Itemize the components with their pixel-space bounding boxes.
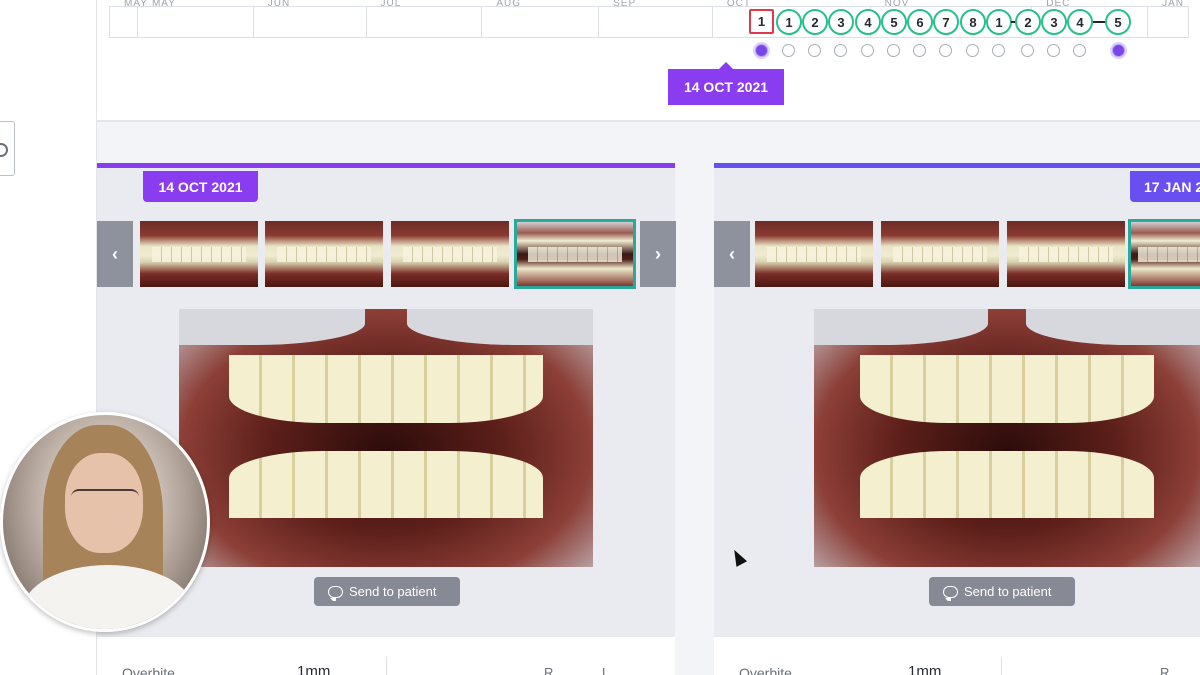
photo-dot[interactable]: [834, 44, 847, 57]
photo-thumbnail-selected[interactable]: [514, 219, 636, 289]
webcam-overlay: [0, 412, 210, 632]
photo-dot[interactable]: [992, 44, 1005, 57]
thumbnail-strip: ‹: [714, 217, 1200, 289]
timeline-step[interactable]: 5: [881, 9, 907, 35]
photo-dot[interactable]: [887, 44, 900, 57]
timeline-step[interactable]: 4: [855, 9, 881, 35]
thumbs-prev-button[interactable]: ‹: [714, 221, 750, 287]
divider: [386, 657, 387, 675]
chat-bubble-icon: [328, 585, 343, 601]
step-connector: [1093, 21, 1105, 23]
photo-thumbnail[interactable]: [881, 221, 999, 287]
metrics-row: Overbite 1mm R L: [97, 637, 675, 675]
timeline-step[interactable]: 2: [802, 9, 828, 35]
intraoral-photo[interactable]: [814, 309, 1200, 567]
thumbs-prev-button[interactable]: ‹: [97, 221, 133, 287]
send-to-patient-button[interactable]: Send to patient: [314, 577, 460, 606]
month-cell: MAY: [138, 0, 254, 37]
selected-date-flag: 14 OCT 2021: [668, 62, 784, 105]
timeline-step[interactable]: 5: [1105, 9, 1131, 35]
timeline-step[interactable]: 6: [907, 9, 933, 35]
chat-bubble-icon: [943, 585, 958, 601]
photo-dot[interactable]: [808, 44, 821, 57]
month-cell: AUG: [482, 0, 600, 37]
photo-dot[interactable]: [1073, 44, 1086, 57]
timeline-step[interactable]: 8: [960, 9, 986, 35]
left-collapse-tab[interactable]: [0, 121, 15, 176]
photo-dot[interactable]: [913, 44, 926, 57]
side-right-label: R: [1160, 665, 1170, 675]
divider: [1001, 657, 1002, 675]
timeline-step[interactable]: 3: [1041, 9, 1067, 35]
month-cell: JAN: [1162, 0, 1184, 9]
timeline-step[interactable]: 4: [1067, 9, 1093, 35]
side-right-label: R: [544, 665, 554, 675]
metric-label: Overbite: [739, 665, 792, 675]
photo-dot[interactable]: [1021, 44, 1034, 57]
timeline-step[interactable]: 7: [933, 9, 959, 35]
timeline-step[interactable]: 1: [776, 9, 802, 35]
photo-dot[interactable]: [861, 44, 874, 57]
panel-date-badge: 14 OCT 2021: [143, 171, 258, 202]
metric-value: 1mm: [908, 663, 942, 675]
chevron-left-icon: ‹: [112, 243, 118, 264]
comparison-panel-right: 17 JAN 2 ‹ Send to patient Overbite 1mm …: [714, 163, 1200, 675]
photo-thumbnail[interactable]: [265, 221, 383, 287]
timeline-step-current[interactable]: 1: [749, 9, 774, 34]
thumbs-next-button[interactable]: ›: [640, 221, 676, 287]
timeline-step[interactable]: 1: [986, 9, 1012, 35]
photo-dot[interactable]: [939, 44, 952, 57]
photo-dot[interactable]: [1047, 44, 1060, 57]
chevron-left-icon: ‹: [729, 243, 735, 264]
send-to-patient-button[interactable]: Send to patient: [929, 577, 1075, 606]
month-cell: JUN: [254, 0, 367, 37]
month-cell: SEP: [599, 0, 713, 37]
photo-thumbnail[interactable]: [755, 221, 873, 287]
photo-dot[interactable]: [782, 44, 795, 57]
photo-dot-selected[interactable]: [1112, 44, 1125, 57]
photo-thumbnail[interactable]: [1007, 221, 1125, 287]
photo-dot-selected[interactable]: [755, 44, 768, 57]
timeline-step[interactable]: 3: [828, 9, 854, 35]
chevron-right-icon: ›: [655, 243, 661, 264]
treatment-timeline: MAY MAY JUN JUL AUG SEP OCT NOV DEC JAN …: [97, 0, 1200, 122]
photo-thumbnail[interactable]: [140, 221, 258, 287]
thumbnail-strip: ‹ ›: [97, 217, 676, 289]
photo-thumbnail-selected[interactable]: [1128, 219, 1200, 289]
send-to-patient-label: Send to patient: [964, 584, 1052, 599]
metric-label: Overbite: [122, 665, 175, 675]
metrics-row: Overbite 1mm R: [714, 637, 1200, 675]
side-left-label: L: [602, 665, 610, 675]
metric-value: 1mm: [297, 663, 331, 675]
month-cell: MAY: [110, 0, 147, 37]
month-cell: JUL: [367, 0, 483, 37]
send-to-patient-label: Send to patient: [349, 584, 437, 599]
timeline-step[interactable]: 2: [1015, 9, 1041, 35]
photo-dot[interactable]: [966, 44, 979, 57]
intraoral-photo[interactable]: [179, 309, 593, 567]
panel-date-badge: 17 JAN 2: [1130, 171, 1200, 202]
photo-thumbnail[interactable]: [391, 221, 509, 287]
